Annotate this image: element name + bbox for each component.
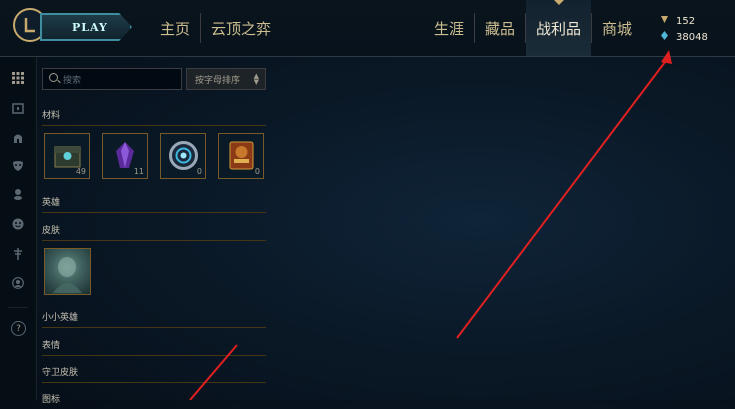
emote-face-icon[interactable] (11, 218, 25, 232)
item-count: 0 (254, 167, 260, 176)
sort-dropdown[interactable]: 按字母排序 ▲ ▼ (186, 68, 266, 90)
materials-chest-icon[interactable] (11, 102, 25, 116)
2020-event-chest-icon (225, 139, 258, 172)
section-header-champions: 英雄 (42, 195, 266, 213)
search-icon (49, 73, 58, 82)
tab-loot[interactable]: 战利品 (526, 0, 592, 56)
sort-label: 按字母排序 (195, 75, 241, 86)
tab-collection[interactable]: 藏品 (475, 0, 525, 56)
skin-mask-icon[interactable] (11, 160, 25, 174)
hextech-key-icon (167, 139, 200, 172)
loot-category-sidebar: ? (0, 57, 37, 400)
help-icon[interactable]: ? (11, 321, 26, 336)
section-header-emotes: 表情 (42, 338, 266, 356)
loot-item-skin-shard[interactable] (44, 248, 91, 295)
loot-search-input[interactable]: 搜索 (42, 68, 182, 90)
top-navigation-bar: PLAY 主页 云顶之弈 生涯 藏品 战利品 商城 152 38048 (0, 0, 735, 57)
blue-essence-icon (660, 30, 669, 46)
section-header-little-legends: 小小英雄 (42, 310, 266, 328)
skin-portrait-icon (53, 257, 82, 293)
annotation-arrow-to-currency (456, 50, 672, 339)
tab-home[interactable]: 主页 (150, 0, 200, 56)
chevron-updown-icon: ▲ ▼ (253, 72, 259, 86)
section-header-materials: 材料 (42, 108, 266, 126)
item-count: 11 (133, 167, 144, 176)
little-legend-icon[interactable] (11, 188, 25, 202)
section-header-ward-skins: 守卫皮肤 (42, 365, 266, 383)
loot-item-hextech-chest[interactable]: 49 (44, 133, 90, 179)
profile-icon[interactable] (11, 277, 25, 291)
section-header-icons: 图标 (42, 395, 61, 405)
nav-left: 主页 云顶之弈 (150, 0, 281, 56)
item-count: 0 (196, 167, 202, 176)
riot-points-value: 152 (676, 16, 696, 27)
blue-essence-value: 38048 (676, 32, 708, 43)
sidebar-divider (8, 307, 28, 308)
play-button[interactable]: PLAY (40, 13, 132, 41)
loot-item-hextech-key[interactable]: 0 (160, 133, 206, 179)
tab-store[interactable]: 商城 (592, 0, 642, 56)
riot-points-icon (660, 14, 669, 30)
section-header-skins: 皮肤 (42, 223, 266, 241)
all-grid-icon[interactable] (11, 72, 25, 86)
tab-tft[interactable]: 云顶之弈 (201, 0, 281, 56)
currency-display[interactable]: 152 38048 (660, 14, 708, 46)
ward-totem-icon[interactable] (11, 248, 25, 262)
search-placeholder: 搜索 (63, 75, 82, 86)
loot-item-event-chest-2020[interactable]: 0 (218, 133, 264, 179)
tab-profile[interactable]: 生涯 (424, 0, 474, 56)
loot-item-mythic-essence[interactable]: 11 (102, 133, 148, 179)
champion-helmet-icon[interactable] (11, 132, 25, 146)
item-count: 49 (75, 167, 86, 176)
nav-right: 生涯 藏品 战利品 商城 (424, 0, 642, 56)
